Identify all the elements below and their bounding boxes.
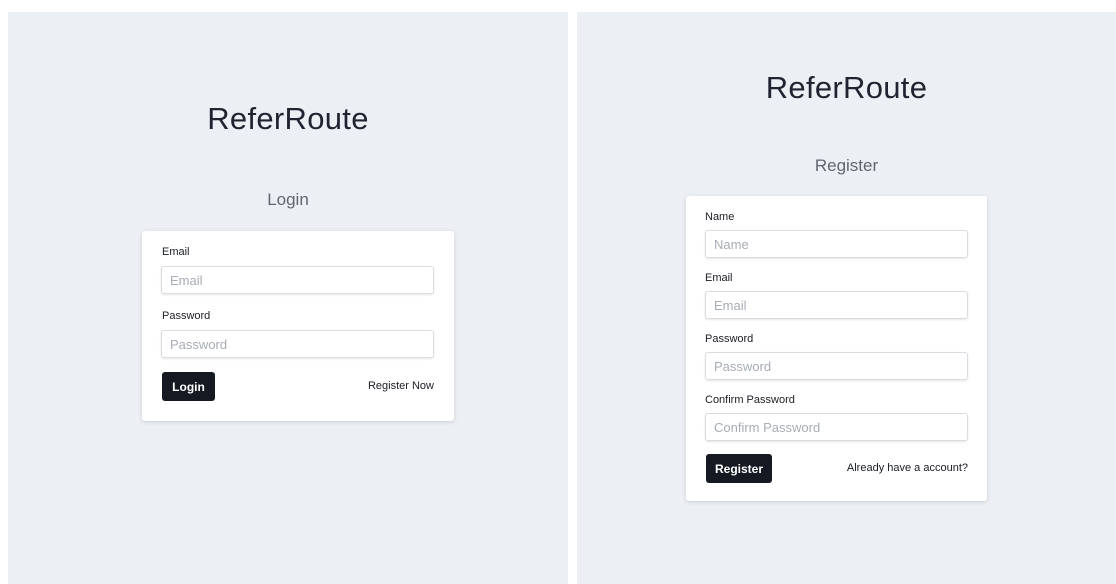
email-label: Email (705, 272, 733, 284)
brand-title: ReferRoute (207, 101, 369, 136)
login-button[interactable]: Login (162, 372, 215, 401)
password-label: Password (162, 310, 211, 322)
already-have-account-link[interactable]: Already have a account? (847, 462, 968, 474)
register-screen: ReferRoute Register Name Email Password … (577, 12, 1116, 584)
login-page-title: Login (267, 190, 309, 209)
password-label: Password (705, 333, 754, 345)
name-label: Name (705, 211, 735, 223)
panel-divider (568, 12, 577, 584)
confirm-password-input[interactable] (705, 413, 968, 441)
brand-title: ReferRoute (765, 70, 928, 105)
password-input[interactable] (161, 330, 434, 358)
confirm-password-label: Confirm Password (705, 394, 795, 406)
login-card: Email Password Login Register Now (142, 231, 454, 421)
register-button[interactable]: Register (706, 454, 772, 483)
register-page-title: Register (814, 156, 879, 175)
email-input[interactable] (705, 291, 968, 319)
login-screen: ReferRoute Login Email Password Login Re… (8, 12, 568, 584)
register-card: Name Email Password Confirm Password Reg… (686, 196, 987, 501)
register-now-link[interactable]: Register Now (368, 380, 434, 392)
name-input[interactable] (705, 230, 968, 258)
email-label: Email (162, 246, 190, 258)
email-input[interactable] (161, 266, 434, 294)
password-input[interactable] (705, 352, 968, 380)
